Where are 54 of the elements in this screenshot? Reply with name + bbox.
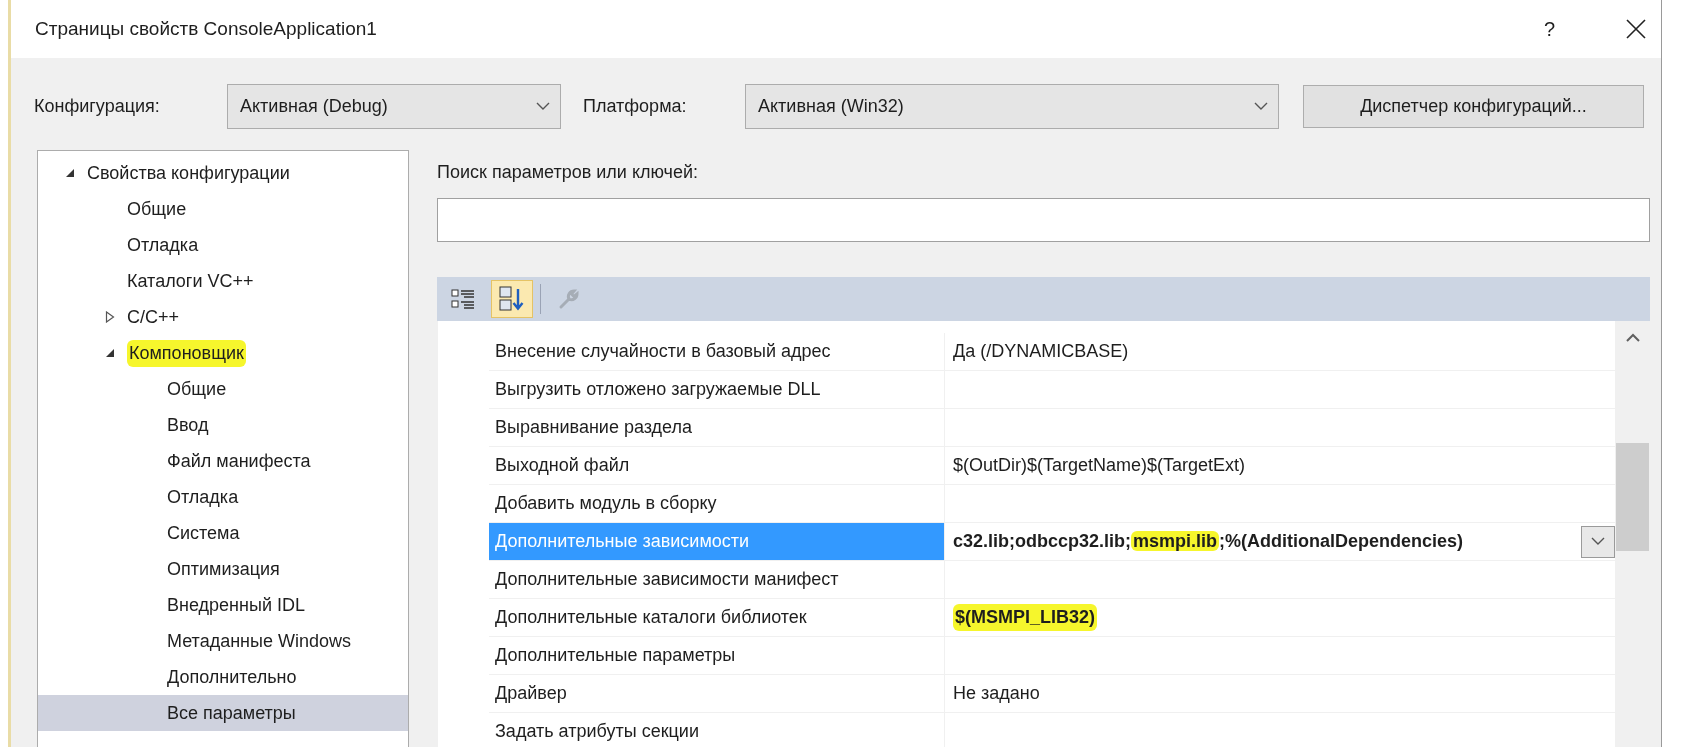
tree-item[interactable]: C/C++: [38, 299, 408, 335]
property-value[interactable]: c32.lib;odbccp32.lib;msmpi.lib;%(AdditionalDependencies): [953, 528, 1464, 555]
property-name[interactable]: Внесение случайности в базовый адрес: [489, 333, 945, 371]
chevron-down-icon: [536, 102, 550, 111]
tree-item[interactable]: Общие: [38, 371, 408, 407]
expanded-triangle-icon[interactable]: [105, 348, 115, 358]
search-field[interactable]: [437, 198, 1650, 242]
tree-item[interactable]: Отладка: [38, 479, 408, 515]
property-name[interactable]: Драйвер: [489, 675, 945, 713]
alphabetical-button[interactable]: [491, 280, 533, 318]
tree-item[interactable]: Внедренный IDL: [38, 587, 408, 623]
tree-item[interactable]: Общие: [38, 191, 408, 227]
property-value[interactable]: $(OutDir)$(TargetName)$(TargetExt): [953, 452, 1246, 479]
help-button[interactable]: ?: [1543, 14, 1555, 44]
tree-item[interactable]: Компоновщик: [38, 335, 408, 371]
expanded-triangle-icon[interactable]: [65, 168, 75, 178]
property-name[interactable]: Дополнительные параметры: [489, 637, 945, 675]
configuration-label: Конфигурация:: [34, 95, 161, 118]
chevron-down-icon: [1254, 102, 1268, 111]
property-name[interactable]: Дополнительные каталоги библиотек: [489, 599, 945, 637]
tree-item[interactable]: Ввод: [38, 407, 408, 443]
window-title: Страницы свойств ConsoleApplication1: [35, 16, 377, 41]
collapsed-triangle-icon[interactable]: [105, 311, 115, 323]
tree-item[interactable]: Оптимизация: [38, 551, 408, 587]
tree-item[interactable]: Все параметры: [38, 695, 408, 731]
property-name[interactable]: Задать атрибуты секции: [489, 713, 945, 747]
tree-item[interactable]: Дополнительно: [38, 659, 408, 695]
tree-item[interactable]: Отладка: [38, 227, 408, 263]
property-name[interactable]: Выравнивание раздела: [489, 409, 945, 447]
close-icon[interactable]: [1625, 18, 1647, 40]
search-label: Поиск параметров или ключей:: [437, 161, 700, 184]
tree-item[interactable]: Система: [38, 515, 408, 551]
chevron-down-icon: [1591, 537, 1605, 546]
wrench-icon: [558, 288, 580, 310]
property-name[interactable]: Выгрузить отложено загружаемые DLL: [489, 371, 945, 409]
tree-item[interactable]: Метаданные Windows: [38, 623, 408, 659]
scrollbar[interactable]: [1615, 321, 1650, 747]
scroll-thumb[interactable]: [1616, 443, 1649, 551]
platform-dropdown[interactable]: Активная (Win32): [745, 84, 1279, 129]
sort-icon: [499, 286, 525, 312]
config-manager-button[interactable]: Диспетчер конфигураций...: [1303, 85, 1644, 128]
dropdown-button[interactable]: [1581, 525, 1615, 558]
property-value[interactable]: $(MSMPI_LIB32): [953, 604, 1098, 631]
platform-label: Платформа:: [583, 95, 688, 118]
tree-item[interactable]: Каталоги VC++: [38, 263, 408, 299]
configuration-dropdown[interactable]: Активная (Debug): [227, 84, 561, 129]
property-value[interactable]: Да (/DYNAMICBASE): [953, 338, 1129, 365]
categorized-icon: [451, 288, 475, 310]
tree-item[interactable]: Свойства конфигурации: [38, 155, 408, 191]
scroll-up-icon[interactable]: [1624, 333, 1641, 343]
property-name[interactable]: Выходной файл: [489, 447, 945, 485]
property-name[interactable]: Дополнительные зависимости манифест: [489, 561, 945, 599]
property-value[interactable]: Не задано: [953, 680, 1040, 707]
tree-item[interactable]: Файл манифеста: [38, 443, 408, 479]
